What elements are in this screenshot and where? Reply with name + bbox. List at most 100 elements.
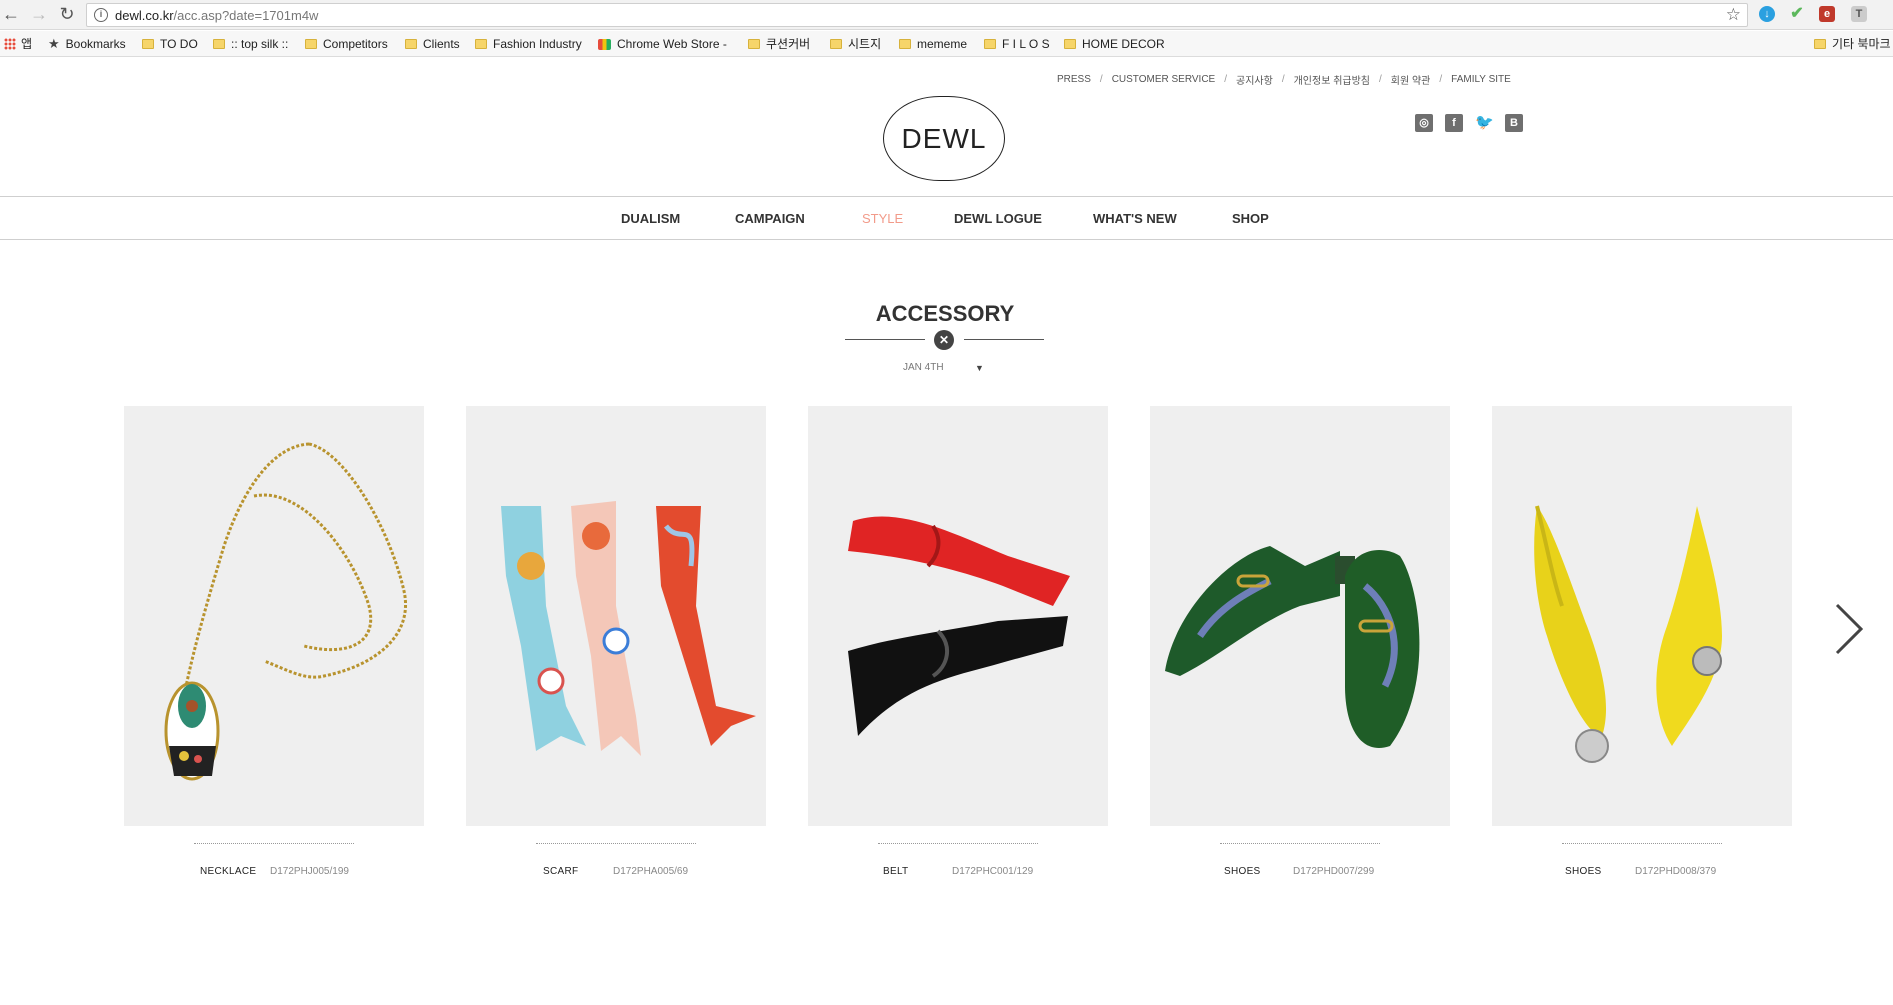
bookmark-label: 앱 — [21, 37, 33, 51]
divider — [878, 843, 1038, 844]
bookmark-label: HOME DECOR — [1082, 37, 1165, 51]
product-image-loafers[interactable] — [1150, 406, 1450, 826]
product-code: D172PHJ005/199 — [270, 866, 349, 877]
util-link-press[interactable]: PRESS — [1057, 74, 1091, 85]
folder-icon — [305, 39, 317, 49]
url-text[interactable]: dewl.co.kr/acc.asp?date=1701m4w — [115, 8, 318, 23]
divider — [1562, 843, 1722, 844]
instagram-icon[interactable]: ◎ — [1415, 114, 1433, 132]
url-path: /acc.asp?date=1701m4w — [173, 8, 319, 23]
bookmark-label: Competitors — [323, 37, 388, 51]
product-card[interactable]: BELT D172PHC001/129 — [808, 406, 1108, 877]
folder-icon — [1064, 39, 1076, 49]
nav-item-style[interactable]: STYLE — [862, 211, 903, 226]
twitter-icon[interactable]: 🐦 — [1475, 114, 1494, 132]
folder-icon — [984, 39, 996, 49]
product-card[interactable]: NECKLACE D172PHJ005/199 — [124, 406, 424, 877]
nav-item-shop[interactable]: SHOP — [1232, 211, 1269, 226]
folder-icon — [405, 39, 417, 49]
product-image-necklace[interactable] — [124, 406, 424, 826]
facebook-icon[interactable]: f — [1445, 114, 1463, 132]
product-category[interactable]: SCARF — [543, 866, 578, 877]
download-extension-icon[interactable]: ↓ — [1759, 6, 1775, 22]
product-category[interactable]: SHOES — [1224, 866, 1261, 877]
bookmark-label: :: top silk :: — [231, 37, 289, 51]
folder-icon — [830, 39, 842, 49]
util-link-terms[interactable]: 회원 약관 — [1391, 72, 1431, 87]
util-link-customer-service[interactable]: CUSTOMER SERVICE — [1112, 74, 1216, 85]
profile-avatar-icon[interactable]: T — [1851, 6, 1867, 22]
back-arrow-icon[interactable]: ← — [0, 3, 22, 25]
bookmark-home-decor[interactable]: HOME DECOR — [1064, 35, 1165, 53]
bookmark-mememe[interactable]: mememe — [899, 35, 967, 53]
bookmark-filos[interactable]: F I L O S — [984, 35, 1050, 53]
product-category[interactable]: SHOES — [1565, 866, 1602, 877]
chrome-store-icon — [598, 38, 611, 50]
bookmark-todo[interactable]: TO DO — [142, 35, 198, 53]
forward-arrow-icon[interactable]: → — [28, 3, 50, 25]
bookmark-label: Clients — [423, 37, 460, 51]
nav-item-campaign[interactable]: CAMPAIGN — [735, 211, 805, 226]
reload-icon[interactable]: ↻ — [56, 3, 78, 25]
evernote-extension-icon[interactable]: e — [1819, 6, 1835, 22]
page-title: ACCESSORY — [875, 301, 1015, 326]
bookmark-label: mememe — [917, 37, 968, 51]
bookmark-fashion-industry[interactable]: Fashion Industry — [475, 35, 582, 53]
product-card[interactable]: SCARF D172PHA005/69 — [466, 406, 766, 877]
divider — [845, 339, 925, 340]
separator: / — [1281, 73, 1285, 85]
nav-item-whats-new[interactable]: WHAT'S NEW — [1093, 211, 1177, 226]
bookmark-label: Bookmarks — [65, 37, 126, 51]
util-link-privacy[interactable]: 개인정보 취급방침 — [1294, 72, 1370, 87]
bookmark-clients[interactable]: Clients — [405, 35, 460, 53]
separator: / — [1379, 73, 1382, 85]
product-image-belt[interactable] — [808, 406, 1108, 826]
address-bar[interactable]: i dewl.co.kr/acc.asp?date=1701m4w ☆ — [86, 3, 1748, 27]
nav-item-dualism[interactable]: DUALISM — [621, 211, 680, 226]
main-nav: DUALISM CAMPAIGN STYLE DEWL LOGUE WHAT'S… — [0, 196, 1893, 240]
bookmark-top-silk[interactable]: :: top silk :: — [213, 35, 288, 53]
info-icon[interactable]: i — [94, 8, 108, 22]
bookmark-label: 쿠션커버 — [766, 37, 811, 51]
url-host: dewl.co.kr — [115, 8, 174, 23]
folder-icon — [899, 39, 911, 49]
site-logo[interactable]: DEWL — [883, 96, 1005, 181]
bookmark-star-icon[interactable]: ☆ — [1726, 5, 1741, 25]
product-code: D172PHA005/69 — [613, 866, 689, 877]
date-select-value: JAN 4TH — [903, 362, 944, 373]
product-category[interactable]: BELT — [883, 866, 908, 877]
nav-item-dewl-logue[interactable]: DEWL LOGUE — [954, 211, 1042, 226]
bookmark-cushion-cover[interactable]: 쿠션커버 — [748, 35, 810, 53]
product-card[interactable]: SHOES D172PHD007/299 — [1150, 406, 1450, 877]
utility-nav: PRESS / CUSTOMER SERVICE / 공지사항 / 개인정보 취… — [1057, 72, 1511, 87]
product-card[interactable]: SHOES D172PHD008/379 — [1492, 406, 1792, 877]
folder-icon — [1814, 39, 1826, 49]
bookmark-label: F I L O S — [1002, 37, 1050, 51]
bookmark-bookmarks[interactable]: ★ Bookmarks — [48, 35, 126, 53]
date-select[interactable]: JAN 4TH ▼ — [903, 362, 991, 378]
checkmark-extension-icon[interactable]: ✔ — [1789, 6, 1805, 22]
product-category[interactable]: NECKLACE — [200, 866, 256, 877]
folder-icon — [748, 39, 760, 49]
divider — [1220, 843, 1380, 844]
social-links: ◎ f 🐦 B — [1415, 114, 1535, 132]
bookmark-other[interactable]: 기타 북마크 — [1814, 35, 1891, 53]
bookmark-apps[interactable]: 앱 — [4, 35, 32, 53]
bookmark-label: 시트지 — [848, 37, 882, 51]
separator: / — [1224, 73, 1228, 85]
bookmark-competitors[interactable]: Competitors — [305, 35, 388, 53]
product-code: D172PHD007/299 — [1293, 866, 1375, 877]
product-image-pumps[interactable] — [1492, 406, 1792, 826]
apps-icon — [4, 38, 16, 50]
bookmark-chrome-web-store[interactable]: Chrome Web Store - — [598, 35, 727, 53]
chevron-right-icon[interactable] — [1834, 602, 1864, 656]
product-code: D172PHD008/379 — [1635, 866, 1717, 877]
blog-icon[interactable]: B — [1505, 114, 1523, 132]
util-link-notice[interactable]: 공지사항 — [1236, 72, 1273, 87]
folder-icon — [213, 39, 225, 49]
logo-badge-icon: ✕ — [934, 330, 954, 350]
bookmark-label: TO DO — [160, 37, 198, 51]
util-link-family-site[interactable]: FAMILY SITE — [1451, 74, 1511, 85]
product-image-scarf[interactable] — [466, 406, 766, 826]
bookmark-sheet[interactable]: 시트지 — [830, 35, 881, 53]
